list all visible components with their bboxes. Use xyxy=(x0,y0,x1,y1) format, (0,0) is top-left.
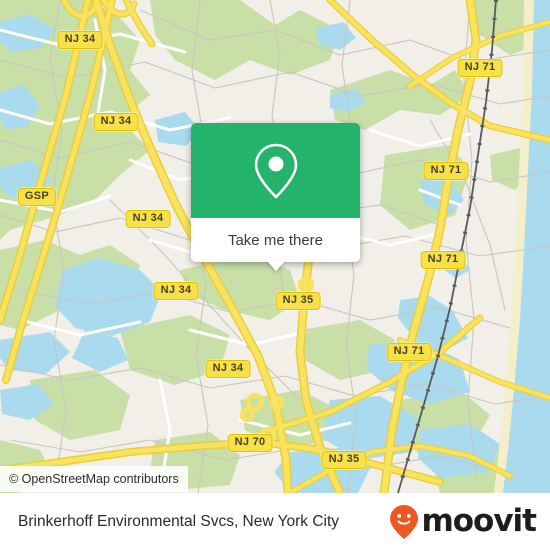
road-shield: NJ 71 xyxy=(420,251,466,269)
moovit-logo[interactable]: moovit xyxy=(389,503,537,540)
road-shield: NJ 71 xyxy=(457,59,503,77)
road-shield: NJ 71 xyxy=(386,343,432,361)
map-attribution[interactable]: © OpenStreetMap contributors xyxy=(0,466,188,492)
place-title: Brinkerhoff Environmental Svcs, New York… xyxy=(18,512,340,530)
take-me-there-button[interactable]: Take me there xyxy=(191,218,360,262)
road-shield: NJ 34 xyxy=(125,210,171,228)
moovit-smiley-pin-icon xyxy=(390,504,419,539)
place-popup-card[interactable]: Take me there xyxy=(191,123,360,271)
road-shield: GSP xyxy=(17,188,57,206)
road-shield: NJ 34 xyxy=(153,282,199,300)
map-canvas[interactable]: NJ 34 NJ 34 GSP NJ 34 NJ 34 NJ 35 NJ 34 NJ 70 NJ… xyxy=(0,0,550,493)
location-pin-icon xyxy=(254,143,297,198)
moovit-wordmark: moovit xyxy=(421,503,537,539)
attribution-text: © OpenStreetMap contributors xyxy=(9,472,179,486)
road-shield: NJ 34 xyxy=(57,31,103,49)
popup-pin-area xyxy=(191,123,360,218)
road-shield: NJ 35 xyxy=(321,451,367,469)
road-shield: NJ 34 xyxy=(205,360,251,378)
footer-bar: Brinkerhoff Environmental Svcs, New York… xyxy=(0,493,550,550)
road-shield: NJ 70 xyxy=(227,434,273,452)
road-shield: NJ 35 xyxy=(275,292,321,310)
popup-tail xyxy=(266,261,285,271)
moovit-map-screenshot: NJ 34 NJ 34 GSP NJ 34 NJ 34 NJ 35 NJ 34 NJ 70 NJ… xyxy=(0,0,550,550)
road-shield: NJ 71 xyxy=(423,162,469,180)
take-me-there-label: Take me there xyxy=(227,231,324,249)
road-shield: NJ 34 xyxy=(93,113,139,131)
